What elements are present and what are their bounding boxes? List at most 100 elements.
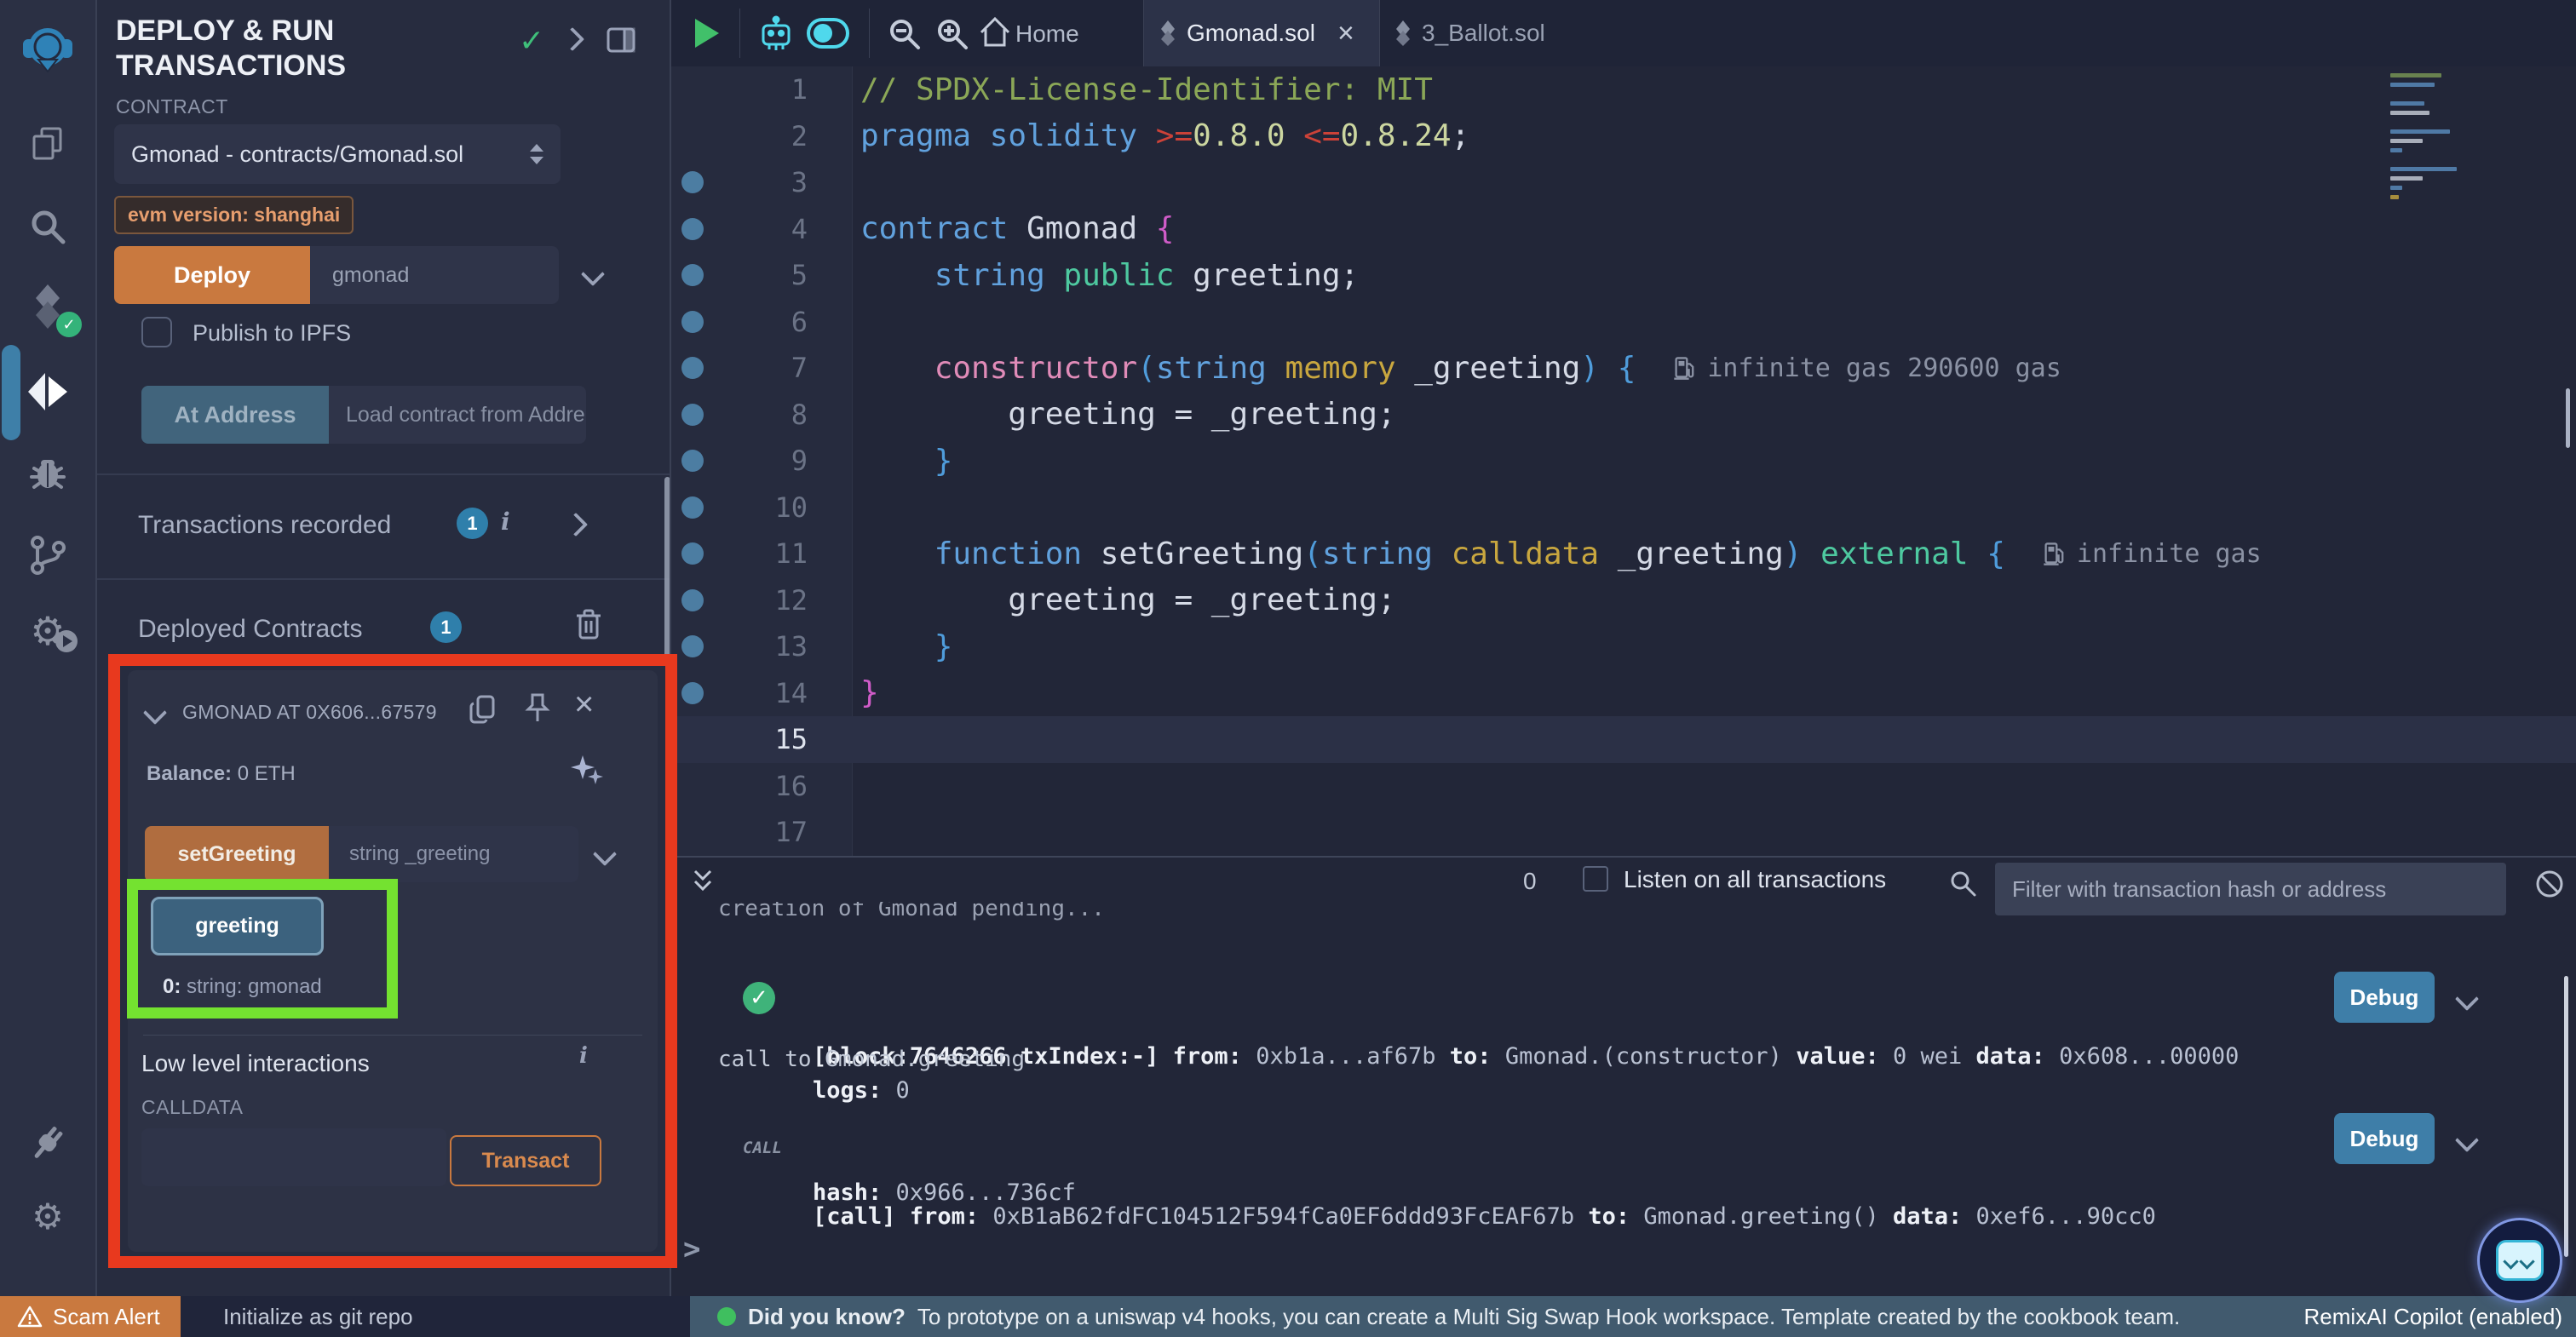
- deploy-run-panel: DEPLOY & RUN TRANSACTIONS ✓ CONTRACT Gmo…: [97, 0, 670, 1296]
- copy-address-icon[interactable]: [469, 694, 497, 725]
- zoom-in-icon[interactable]: [934, 15, 971, 53]
- debug-button[interactable]: Debug: [2334, 972, 2435, 1023]
- file-explorer-icon[interactable]: [0, 123, 95, 164]
- home-tab-label[interactable]: Home: [1015, 20, 1079, 48]
- at-address-input[interactable]: Load contract from Addre: [329, 386, 586, 444]
- code-line-1[interactable]: 1// SPDX-License-Identifier: MIT: [671, 66, 2576, 113]
- solidity-compiler-icon[interactable]: ✓: [0, 283, 95, 330]
- code-line-16[interactable]: 16: [671, 763, 2576, 810]
- line-number: 5: [671, 259, 808, 291]
- code-line-3[interactable]: 3: [671, 159, 2576, 206]
- debug-button[interactable]: Debug: [2334, 1113, 2435, 1164]
- publish-ipfs-label: Publish to IPFS: [193, 320, 351, 347]
- low-level-interactions-label: Low level interactions: [141, 1050, 370, 1077]
- low-level-info-icon[interactable]: i: [579, 1043, 588, 1069]
- run-script-play-icon[interactable]: [695, 19, 719, 48]
- set-greeting-button[interactable]: setGreeting: [145, 826, 329, 882]
- tip-text: To prototype on a uniswap v4 hooks, you …: [917, 1304, 2180, 1329]
- terminal-scrollbar[interactable]: [2564, 976, 2568, 1257]
- deploy-button[interactable]: Deploy: [114, 246, 310, 304]
- publish-ipfs-checkbox[interactable]: [141, 317, 172, 347]
- editor-minimap[interactable]: [2390, 73, 2469, 204]
- listen-all-transactions-checkbox[interactable]: [1583, 866, 1608, 892]
- deploy-and-run-icon[interactable]: [0, 370, 95, 414]
- preview-toggle-icon[interactable]: [806, 17, 850, 49]
- code-line-8[interactable]: 8 greeting = _greeting;: [671, 392, 2576, 439]
- code-editor[interactable]: 1// SPDX-License-Identifier: MIT2pragma …: [671, 66, 2576, 856]
- ai-sparkle-icon[interactable]: [567, 752, 605, 789]
- constructor-arg-input[interactable]: gmonad: [310, 246, 559, 304]
- home-icon[interactable]: [978, 15, 1012, 49]
- calldata-input[interactable]: [141, 1128, 446, 1186]
- code-line-2[interactable]: 2pragma solidity >=0.8.0 <=0.8.24;: [671, 113, 2576, 160]
- line-number: 2: [671, 120, 808, 152]
- code-line-5[interactable]: 5 string public greeting;: [671, 252, 2576, 299]
- contract-select[interactable]: Gmonad - contracts/Gmonad.sol: [114, 124, 561, 184]
- code-line-7[interactable]: 7 constructor(string memory _greeting) {…: [671, 345, 2576, 392]
- code-line-15[interactable]: 15: [671, 716, 2576, 763]
- remix-logo[interactable]: [0, 22, 95, 75]
- tab-label: Gmonad.sol: [1187, 20, 1315, 47]
- git-icon[interactable]: [0, 533, 95, 577]
- zoom-out-icon[interactable]: [886, 15, 923, 53]
- transactions-expand-icon[interactable]: [567, 516, 584, 537]
- pin-instance-icon[interactable]: [523, 692, 552, 725]
- terminal-prompt[interactable]: >: [683, 1232, 700, 1266]
- instance-collapse-chevron-icon[interactable]: [147, 704, 164, 726]
- transact-button[interactable]: Transact: [450, 1135, 601, 1186]
- transactions-info-icon[interactable]: i: [501, 508, 510, 536]
- editor-scrollbar[interactable]: [2566, 388, 2570, 448]
- code-line-4[interactable]: 4contract Gmonad {: [671, 206, 2576, 253]
- copilot-status-label[interactable]: RemixAI Copilot (enabled): [2304, 1304, 2562, 1330]
- code-line-9[interactable]: 9 }: [671, 438, 2576, 485]
- code-line-13[interactable]: 13 }: [671, 623, 2576, 670]
- tx-expand-chevron-icon[interactable]: [2458, 990, 2475, 1011]
- clear-console-icon[interactable]: [2533, 868, 2566, 900]
- set-greeting-expand-icon[interactable]: [596, 846, 613, 867]
- tab-close-icon[interactable]: ×: [1337, 19, 1354, 48]
- tab-3-ballot-sol[interactable]: 3_Ballot.sol: [1379, 0, 1589, 66]
- call-type-label: CALL: [743, 1139, 782, 1157]
- call-log-block[interactable]: [call] from: 0xB1aB62fdFC104512F594fCa0E…: [813, 1132, 2312, 1302]
- deployed-contract-card: GMONAD AT 0X606...67579 × Balance: 0 ETH: [128, 670, 658, 1252]
- code-text: string public greeting;: [860, 258, 1359, 293]
- warning-icon: [17, 1305, 43, 1328]
- remix-ide-window: ✓: [0, 0, 2576, 1337]
- scam-alert-button[interactable]: Scam Alert: [0, 1296, 181, 1337]
- transactions-count-badge: 1: [457, 508, 488, 539]
- panel-title: DEPLOY & RUN TRANSACTIONS: [116, 14, 516, 83]
- call-expand-chevron-icon[interactable]: [2458, 1132, 2475, 1152]
- listen-all-transactions-label: Listen on all transactions: [1624, 866, 1886, 893]
- panel-pin-view-icon[interactable]: [607, 27, 635, 53]
- set-greeting-arg-input[interactable]: string _greeting: [329, 826, 578, 882]
- code-line-12[interactable]: 12 greeting = _greeting;: [671, 577, 2576, 624]
- settings-icon[interactable]: ⚙: [0, 1199, 95, 1235]
- code-line-14[interactable]: 14}: [671, 670, 2576, 717]
- terminal-search-icon[interactable]: [1947, 868, 1978, 898]
- deploy-expand-chevron-icon[interactable]: [584, 266, 601, 287]
- code-line-6[interactable]: 6: [671, 299, 2576, 346]
- balance-value: 0 ETH: [232, 762, 296, 785]
- terminal-filter-input[interactable]: Filter with transaction hash or address: [1995, 863, 2506, 915]
- tx-success-check-icon: ✓: [743, 982, 775, 1014]
- terminal-collapse-icon[interactable]: [690, 868, 716, 895]
- panel-expand-icon[interactable]: [564, 31, 581, 52]
- evm-version-badge: evm version: shanghai: [114, 196, 354, 234]
- clear-instances-trash-icon[interactable]: [574, 608, 603, 640]
- at-address-button[interactable]: At Address: [141, 386, 329, 444]
- line-number: 6: [671, 306, 808, 338]
- code-line-11[interactable]: 11 function setGreeting(string calldata …: [671, 531, 2576, 577]
- code-line-10[interactable]: 10: [671, 485, 2576, 531]
- tab-gmonad-sol[interactable]: Gmonad.sol ×: [1143, 0, 1380, 66]
- plugin-manager-icon[interactable]: ⚙: [0, 611, 95, 651]
- ai-robot-icon[interactable]: [756, 14, 796, 53]
- init-git-repo-button[interactable]: Initialize as git repo: [181, 1296, 690, 1337]
- debugger-icon[interactable]: [0, 451, 95, 494]
- greeting-call-result: 0: string: gmonad: [163, 975, 322, 999]
- greeting-button[interactable]: greeting: [151, 897, 324, 955]
- plug-icon[interactable]: [0, 1121, 95, 1165]
- remove-instance-icon[interactable]: ×: [574, 687, 594, 721]
- code-line-17[interactable]: 17: [671, 809, 2576, 856]
- remix-ai-assistant-button[interactable]: [2477, 1218, 2562, 1303]
- search-icon[interactable]: [0, 206, 95, 247]
